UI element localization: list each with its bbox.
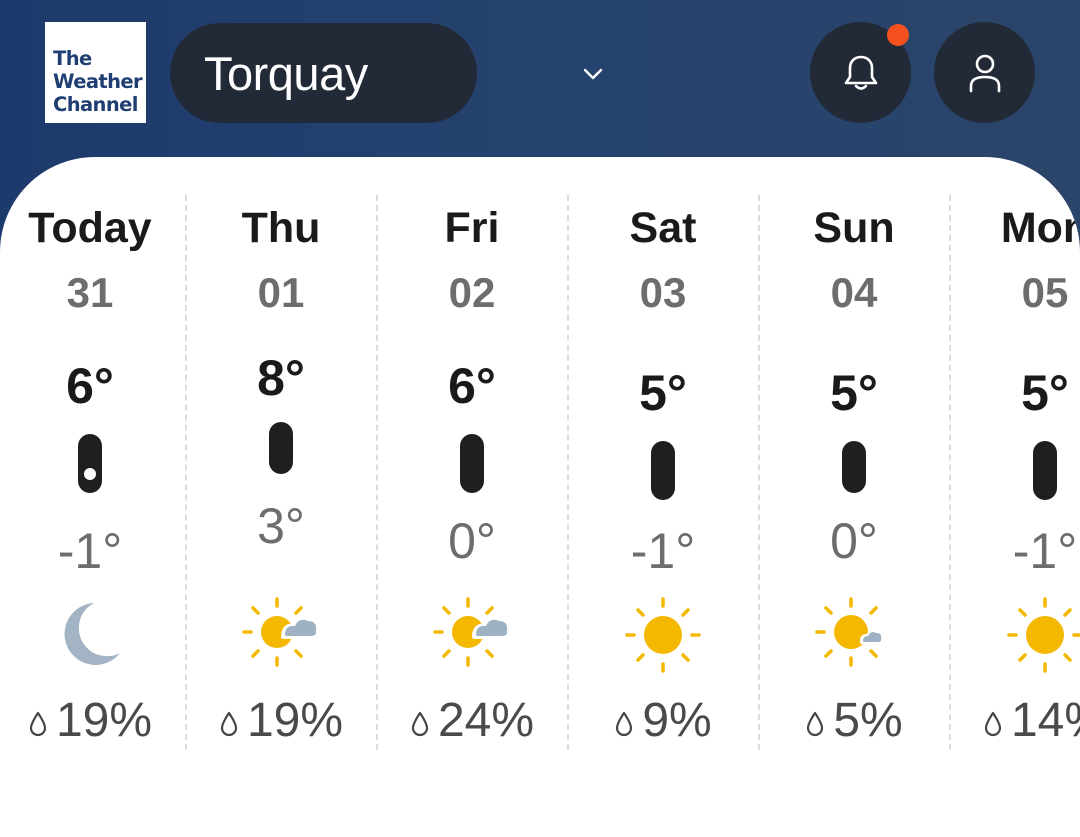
- mostly-sunny-icon: [815, 597, 885, 667]
- raindrop-icon: [616, 711, 633, 736]
- day-name: Sun: [813, 204, 895, 252]
- day-date: 03: [639, 269, 687, 316]
- daily-forecast-card: Today 31 6° -1° 19% Thu 01 8° 3° 19% Fri…: [0, 157, 1080, 837]
- day-date: 01: [257, 269, 305, 316]
- raindrop-icon: [984, 711, 1002, 736]
- bell-icon: [844, 55, 877, 90]
- day-date: 31: [66, 269, 114, 316]
- current-temp-marker: [84, 468, 96, 480]
- day-date: 04: [830, 269, 878, 316]
- user-icon: [969, 54, 1000, 92]
- notifications-button[interactable]: [810, 22, 911, 123]
- precip-chance: 5%: [759, 693, 949, 748]
- location-name: Torquay: [204, 46, 368, 100]
- account-button[interactable]: [934, 22, 1035, 123]
- temp-range-bar: [842, 441, 866, 493]
- temp-range-bar: [269, 422, 293, 474]
- precip-value: 19%: [55, 694, 153, 747]
- precip-chance: 24%: [377, 693, 567, 748]
- notification-badge: [887, 24, 909, 46]
- logo-text-line-1: The: [53, 47, 92, 70]
- raindrop-icon: [220, 711, 238, 736]
- temp-low: 0°: [830, 513, 878, 569]
- partly-cloudy-icon: [242, 597, 320, 667]
- precip-chance: 14%: [950, 693, 1080, 748]
- day-name: Mon: [1000, 204, 1080, 252]
- day-name: Sat: [629, 204, 697, 252]
- logo-text-line-3: Channel: [53, 93, 138, 116]
- temp-low: 0°: [448, 513, 496, 569]
- forecast-day-today[interactable]: Today 31 6° -1° 19%: [0, 157, 185, 757]
- chevron-down-icon: [583, 68, 603, 80]
- temp-high: 5°: [639, 365, 687, 421]
- temp-low: -1°: [1012, 523, 1078, 579]
- forecast-day-fri[interactable]: Fri 02 6° 0° 24%: [377, 157, 567, 757]
- precip-value: 5%: [833, 694, 903, 747]
- temp-range-bar: [460, 434, 484, 493]
- temp-low: -1°: [630, 523, 696, 579]
- logo-text-line-2: Weather: [53, 70, 143, 93]
- forecast-day-sun[interactable]: Sun 04 5° 0° 5%: [759, 157, 949, 757]
- day-date: 02: [448, 269, 496, 316]
- precip-chance: 19%: [186, 693, 376, 748]
- raindrop-icon: [411, 711, 429, 736]
- temp-range-bar: [78, 434, 102, 493]
- forecast-day-mon[interactable]: Mon 05 5° -1° 14%: [950, 157, 1080, 757]
- day-name: Fri: [444, 204, 500, 252]
- precip-chance: 9%: [568, 693, 758, 748]
- temp-low: -1°: [57, 523, 123, 579]
- raindrop-icon: [807, 711, 824, 736]
- location-selector[interactable]: Torquay: [170, 23, 603, 123]
- raindrop-icon: [29, 711, 47, 736]
- weather-channel-logo[interactable]: The Weather Channel: [45, 22, 146, 123]
- day-name: Thu: [241, 204, 321, 252]
- precip-value: 9%: [642, 694, 712, 747]
- sun-icon: [625, 597, 701, 673]
- moon-icon: [64, 603, 120, 665]
- forecast-day-sat[interactable]: Sat 03 5° -1° 9%: [568, 157, 758, 757]
- precip-value: 19%: [246, 694, 344, 747]
- temp-high: 5°: [830, 365, 878, 421]
- temp-high: 8°: [257, 350, 305, 406]
- top-bar: The Weather Channel Torquay: [0, 0, 1080, 160]
- temp-range-bar: [1033, 441, 1057, 500]
- sun-icon: [1007, 597, 1080, 673]
- forecast-day-thu[interactable]: Thu 01 8° 3° 19%: [186, 157, 376, 757]
- temp-low: 3°: [257, 498, 305, 554]
- temp-high: 6°: [66, 358, 114, 414]
- temp-high: 5°: [1021, 365, 1069, 421]
- precip-value: 14%: [1010, 694, 1080, 747]
- day-name: Today: [28, 204, 152, 252]
- temp-range-bar: [651, 441, 675, 500]
- partly-cloudy-icon: [433, 597, 511, 667]
- precip-chance: 19%: [0, 693, 185, 748]
- temp-high: 6°: [448, 358, 496, 414]
- precip-value: 24%: [437, 694, 535, 747]
- day-date: 05: [1021, 269, 1069, 316]
